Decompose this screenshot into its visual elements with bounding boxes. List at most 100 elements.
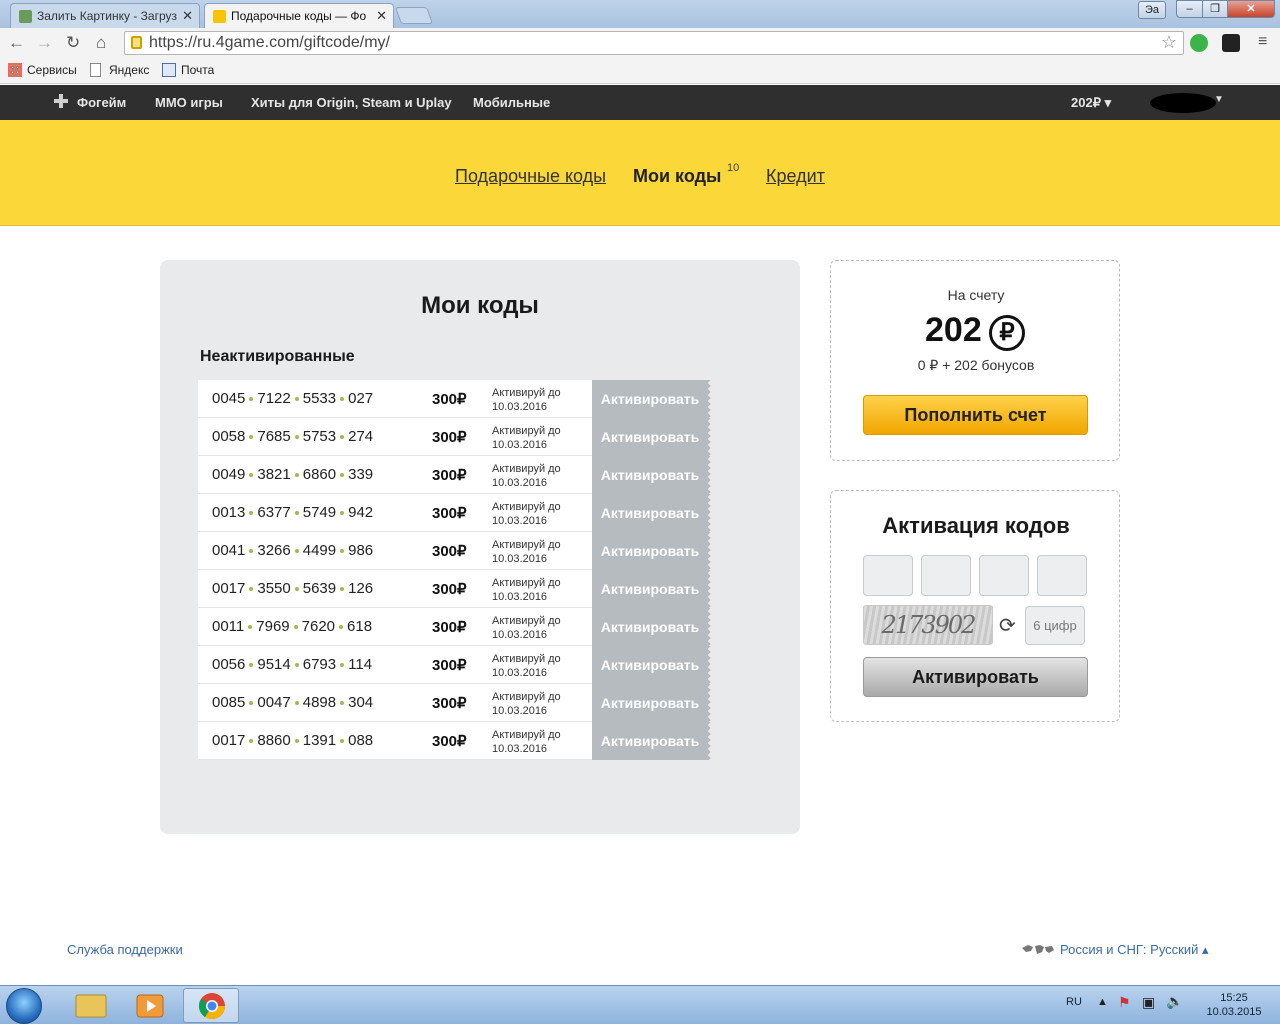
user-menu-redacted[interactable] <box>1150 93 1216 113</box>
separator-dot-icon <box>340 587 345 592</box>
code-row: 0011 7969 7620 618 300₽ Активируй до 10.03.201… <box>198 608 713 646</box>
bookmark-yandex[interactable]: Яндекс <box>90 63 149 77</box>
tab-gift-codes[interactable]: Подарочные коды <box>455 166 606 187</box>
balance-amount: 202 <box>925 311 982 349</box>
code-number: 0049 3821 6860 339 <box>212 466 373 483</box>
nav-origin-steam-uplay[interactable]: Хиты для Origin, Steam и Uplay <box>251 95 452 110</box>
activate-row-button[interactable]: Активировать <box>592 456 713 494</box>
address-bar[interactable]: https://ru.4game.com/giftcode/my/ ☆ <box>124 31 1184 55</box>
activate-row-button[interactable]: Активировать <box>592 418 713 456</box>
maximize-button[interactable]: ❐ <box>1202 0 1228 18</box>
taskbar-chrome[interactable] <box>183 988 239 1023</box>
expiry-date: 10.03.2016 <box>492 629 548 641</box>
browser-tab-giftcodes[interactable]: Подарочные коды — Фо ✕ <box>204 3 394 28</box>
minimize-button[interactable]: ‒ <box>1176 0 1203 18</box>
balance-breakdown: 0 ₽ + 202 бонусов <box>917 357 1035 373</box>
top-up-button[interactable]: Пополнить счет <box>863 395 1088 435</box>
code-part: 3550 <box>257 580 291 597</box>
browser-tab-upload[interactable]: Залить Картинку - Загруз ✕ <box>10 3 200 28</box>
expiry-label: Активируй до <box>492 501 561 513</box>
home-icon[interactable]: ⌂ <box>96 33 106 53</box>
forward-arrow-icon[interactable]: → <box>36 33 53 53</box>
tray-network-icon[interactable]: ▣ <box>1142 994 1155 1011</box>
tray-language[interactable]: RU <box>1066 996 1082 1008</box>
separator-dot-icon <box>294 739 299 744</box>
chevron-down-icon[interactable]: ▼ <box>1214 94 1224 105</box>
expiry-date: 10.03.2016 <box>492 401 548 413</box>
separator-dot-icon <box>248 625 253 630</box>
support-link[interactable]: Служба поддержки <box>67 942 183 957</box>
browser-toolbar: ← → ↻ ⌂ https://ru.4game.com/giftcode/my… <box>0 28 1280 58</box>
code-part: 274 <box>348 428 374 445</box>
activate-row-button[interactable]: Активировать <box>592 532 713 570</box>
nav-mmo-games[interactable]: MMO игры <box>155 95 223 110</box>
bookmark-mail[interactable]: Почта <box>162 63 214 77</box>
bookmark-star-icon[interactable]: ☆ <box>1161 32 1177 53</box>
bookmark-services[interactable]: Сервисы <box>8 63 77 77</box>
activate-row-button[interactable]: Активировать <box>592 684 713 722</box>
new-tab-button[interactable] <box>394 7 434 24</box>
activate-row-button[interactable]: Активировать <box>592 494 713 532</box>
reload-icon[interactable]: ↻ <box>66 33 80 53</box>
taskbar-media-player[interactable] <box>123 988 179 1023</box>
bookmarks-bar: Сервисы Яндекс Почта <box>0 58 1280 84</box>
code-segment-input-1[interactable] <box>863 555 913 596</box>
activate-row-button[interactable]: Активировать <box>592 646 713 684</box>
start-button[interactable] <box>6 988 42 1024</box>
close-tab-icon[interactable]: ✕ <box>376 8 387 24</box>
tray-clock[interactable]: 15:25 10.03.2015 <box>1196 991 1272 1019</box>
separator-dot-icon <box>249 511 254 516</box>
captcha-input[interactable]: 6 цифр <box>1025 606 1085 645</box>
code-segment-input-3[interactable] <box>979 555 1029 596</box>
balance-box: На счету 202 ₽ 0 ₽ + 202 бонусов Пополни… <box>830 260 1120 461</box>
code-expiry: Активируй до 10.03.2016 <box>492 538 561 566</box>
nav-brand[interactable]: Фогейм <box>77 95 126 110</box>
tray-expand-icon[interactable]: ▲ <box>1097 996 1108 1008</box>
extension-green-icon[interactable] <box>1190 34 1208 52</box>
activate-row-button[interactable]: Активировать <box>592 722 713 760</box>
mail-icon <box>162 63 176 77</box>
activate-row-button[interactable]: Активировать <box>592 570 713 608</box>
expiry-date: 10.03.2016 <box>492 515 548 527</box>
media-player-icon <box>136 994 164 1018</box>
code-segment-input-2[interactable] <box>921 555 971 596</box>
code-expiry: Активируй до 10.03.2016 <box>492 690 561 718</box>
separator-dot-icon <box>294 587 299 592</box>
activate-code-button[interactable]: Активировать <box>863 657 1088 697</box>
close-tab-icon[interactable]: ✕ <box>182 8 193 24</box>
refresh-captcha-icon[interactable]: ⟳ <box>999 613 1016 638</box>
4game-logo-icon[interactable] <box>54 94 68 108</box>
menu-icon[interactable]: ≡ <box>1258 33 1267 51</box>
tab-my-codes[interactable]: Мои коды <box>633 166 721 187</box>
activate-row-button[interactable]: Активировать <box>592 608 713 646</box>
code-segment-input-4[interactable] <box>1037 555 1087 596</box>
code-part: 7969 <box>256 618 290 635</box>
section-title-inactive: Неактивированные <box>200 348 355 365</box>
separator-dot-icon <box>294 511 299 516</box>
code-number: 0058 7685 5753 274 <box>212 428 373 445</box>
balance-label: На счету <box>947 287 1005 303</box>
code-expiry: Активируй до 10.03.2016 <box>492 614 561 642</box>
taskbar-explorer[interactable] <box>63 988 119 1023</box>
keyboard-layout-button[interactable]: Эа <box>1138 1 1166 19</box>
nav-mobile[interactable]: Мобильные <box>473 95 550 110</box>
separator-dot-icon <box>294 397 299 402</box>
code-part: 0058 <box>212 428 246 445</box>
nav-balance-dropdown[interactable]: 202₽ ▾ <box>1071 95 1111 111</box>
region-language-selector[interactable]: Россия и СНГ: Русский ▴ <box>1060 942 1209 958</box>
tab-credit[interactable]: Кредит <box>766 166 825 187</box>
back-arrow-icon[interactable]: ← <box>8 33 25 53</box>
activate-row-button[interactable]: Активировать <box>592 380 713 418</box>
close-window-button[interactable]: ✕ <box>1227 0 1275 18</box>
tray-volume-icon[interactable]: 🔈 <box>1166 993 1183 1010</box>
separator-dot-icon <box>294 549 299 554</box>
code-part: 0041 <box>212 542 246 559</box>
code-number: 0041 3266 4499 986 <box>212 542 373 559</box>
tray-flag-icon[interactable]: ⚑ <box>1118 994 1131 1011</box>
separator-dot-icon <box>294 663 299 668</box>
extension-dark-icon[interactable] <box>1222 34 1240 52</box>
code-part: 4898 <box>302 694 337 711</box>
separator-dot-icon <box>339 625 344 630</box>
captcha-image: 2173902 <box>863 605 993 645</box>
code-price: 300₽ <box>432 733 467 750</box>
